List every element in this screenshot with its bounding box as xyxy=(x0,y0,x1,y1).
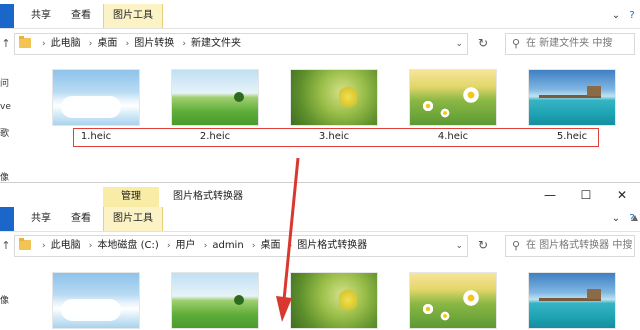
breadcrumb: › 此电脑 › 本地磁盘 (C:) › 用户 › admin › 桌面 › 图片格式转换器 xyxy=(37,236,367,256)
chevron-right-icon[interactable]: › xyxy=(42,241,46,251)
file-tab[interactable] xyxy=(0,4,14,28)
file-name-5[interactable]: 5.heic xyxy=(529,131,615,142)
file-name-3[interactable]: 3.heic xyxy=(291,131,377,142)
nav-pane-item[interactable]: 歌 xyxy=(0,126,9,139)
thumbnail-1[interactable] xyxy=(53,273,139,328)
navigation-pane-edge: 像 xyxy=(0,269,10,329)
window-title: 图片格式转换器 xyxy=(173,191,243,202)
crumb-image-convert[interactable]: 图片转换 xyxy=(134,38,174,49)
context-tab-manage[interactable]: 管理 xyxy=(103,187,159,207)
search-input[interactable] xyxy=(526,35,636,51)
navigation-bar: ↑ › 此电脑 › 桌面 › 图片转换 › 新建文件夹 ⌄ ↻ ⚲ xyxy=(0,30,640,58)
chevron-right-icon[interactable]: › xyxy=(89,241,93,251)
navigation-pane-edge: 问 ve 歌 像 xyxy=(0,70,11,182)
chevron-right-icon[interactable]: › xyxy=(252,241,256,251)
scroll-up-arrow-icon[interactable]: ▲ xyxy=(630,213,640,222)
navigation-bar: ↑ › 此电脑 › 本地磁盘 (C:) › 用户 › admin › 桌面 › 图片格式转换… xyxy=(0,232,640,260)
nav-pane-item[interactable]: 问 xyxy=(0,76,9,89)
nav-pane-item[interactable]: 像 xyxy=(0,170,9,182)
ribbon-tabs: 共享 查看 图片工具 ⌄ ? xyxy=(0,207,640,232)
up-arrow-icon[interactable]: ↑ xyxy=(0,36,12,52)
expand-ribbon-icon[interactable]: ⌄ xyxy=(610,213,622,225)
thumbnail-1[interactable] xyxy=(53,70,139,125)
thumbnail-5[interactable] xyxy=(529,70,615,125)
expand-ribbon-icon[interactable]: ⌄ xyxy=(610,10,622,22)
file-list xyxy=(10,273,640,330)
thumbnail-4[interactable] xyxy=(410,70,496,125)
crumb-users[interactable]: 用户 xyxy=(176,240,196,251)
crumb-new-folder[interactable]: 新建文件夹 xyxy=(191,38,241,49)
folder-icon xyxy=(19,238,31,250)
tab-view[interactable]: 查看 xyxy=(62,207,100,231)
ribbon-tabs: 共享 查看 图片工具 ⌄ ? xyxy=(0,4,640,29)
crumb-local-disk[interactable]: 本地磁盘 (C:) xyxy=(97,240,158,251)
nav-pane-item[interactable]: 像 xyxy=(0,293,9,306)
thumbnail-3[interactable] xyxy=(291,70,377,125)
search-box[interactable]: ⚲ xyxy=(505,33,636,55)
tab-picture-tools[interactable]: 图片工具 xyxy=(103,207,163,231)
crumb-converter[interactable]: 图片格式转换器 xyxy=(297,240,367,251)
thumbnail-5[interactable] xyxy=(529,273,615,328)
tab-view[interactable]: 查看 xyxy=(62,4,100,28)
address-history-dropdown-icon[interactable]: ⌄ xyxy=(455,34,463,54)
tab-picture-tools[interactable]: 图片工具 xyxy=(103,4,163,28)
chevron-right-icon[interactable]: › xyxy=(204,241,208,251)
chevron-right-icon[interactable]: › xyxy=(289,241,293,251)
thumbnail-4[interactable] xyxy=(410,273,496,328)
address-bar[interactable]: › 此电脑 › 本地磁盘 (C:) › 用户 › admin › 桌面 › 图片格式转换器 … xyxy=(14,235,468,257)
chevron-right-icon[interactable]: › xyxy=(126,39,130,49)
help-icon[interactable]: ? xyxy=(626,10,638,22)
chevron-right-icon[interactable]: › xyxy=(89,39,93,49)
folder-icon xyxy=(19,36,31,48)
search-icon: ⚲ xyxy=(512,37,521,50)
crumb-this-pc[interactable]: 此电脑 xyxy=(51,38,81,49)
thumbnail-3[interactable] xyxy=(291,273,377,328)
refresh-icon[interactable]: ↻ xyxy=(472,235,494,255)
maximize-icon[interactable]: ☐ xyxy=(568,183,604,207)
file-name-2[interactable]: 2.heic xyxy=(172,131,258,142)
refresh-icon[interactable]: ↻ xyxy=(472,33,494,53)
crumb-desktop[interactable]: 桌面 xyxy=(260,240,280,251)
file-name-4[interactable]: 4.heic xyxy=(410,131,496,142)
address-bar[interactable]: › 此电脑 › 桌面 › 图片转换 › 新建文件夹 ⌄ xyxy=(14,33,468,55)
tab-share[interactable]: 共享 xyxy=(22,4,60,28)
chevron-right-icon[interactable]: › xyxy=(182,39,186,49)
thumbnail-2[interactable] xyxy=(172,273,258,328)
close-icon[interactable]: ✕ xyxy=(604,183,640,207)
file-list: 1.heic 2.heic 3.heic 4.heic 5.heic xyxy=(10,70,640,182)
crumb-this-pc[interactable]: 此电脑 xyxy=(51,240,81,251)
search-input[interactable] xyxy=(526,237,636,253)
address-history-dropdown-icon[interactable]: ⌄ xyxy=(455,236,463,256)
file-name-1[interactable]: 1.heic xyxy=(53,131,139,142)
chevron-right-icon[interactable]: › xyxy=(167,241,171,251)
tab-share[interactable]: 共享 xyxy=(22,207,60,231)
crumb-admin[interactable]: admin xyxy=(212,240,243,251)
explorer-window-new-folder: 共享 查看 图片工具 ⌄ ? ↑ › 此电脑 › 桌面 › 图片转换 › 新建文件夹 ⌄… xyxy=(0,0,640,182)
thumbnail-2[interactable] xyxy=(172,70,258,125)
explorer-window-converter: 管理 图片格式转换器 — ☐ ✕ 共享 查看 图片工具 ⌄ ? ↑ › 此电脑 ›… xyxy=(0,182,640,330)
up-arrow-icon[interactable]: ↑ xyxy=(0,238,12,254)
search-icon: ⚲ xyxy=(512,239,521,252)
chevron-right-icon[interactable]: › xyxy=(42,39,46,49)
file-tab[interactable] xyxy=(0,207,14,231)
search-box[interactable]: ⚲ xyxy=(505,235,636,257)
breadcrumb: › 此电脑 › 桌面 › 图片转换 › 新建文件夹 xyxy=(37,34,241,54)
crumb-desktop[interactable]: 桌面 xyxy=(97,38,117,49)
title-bar: 管理 图片格式转换器 — ☐ ✕ xyxy=(0,183,640,207)
minimize-icon[interactable]: — xyxy=(532,183,568,207)
